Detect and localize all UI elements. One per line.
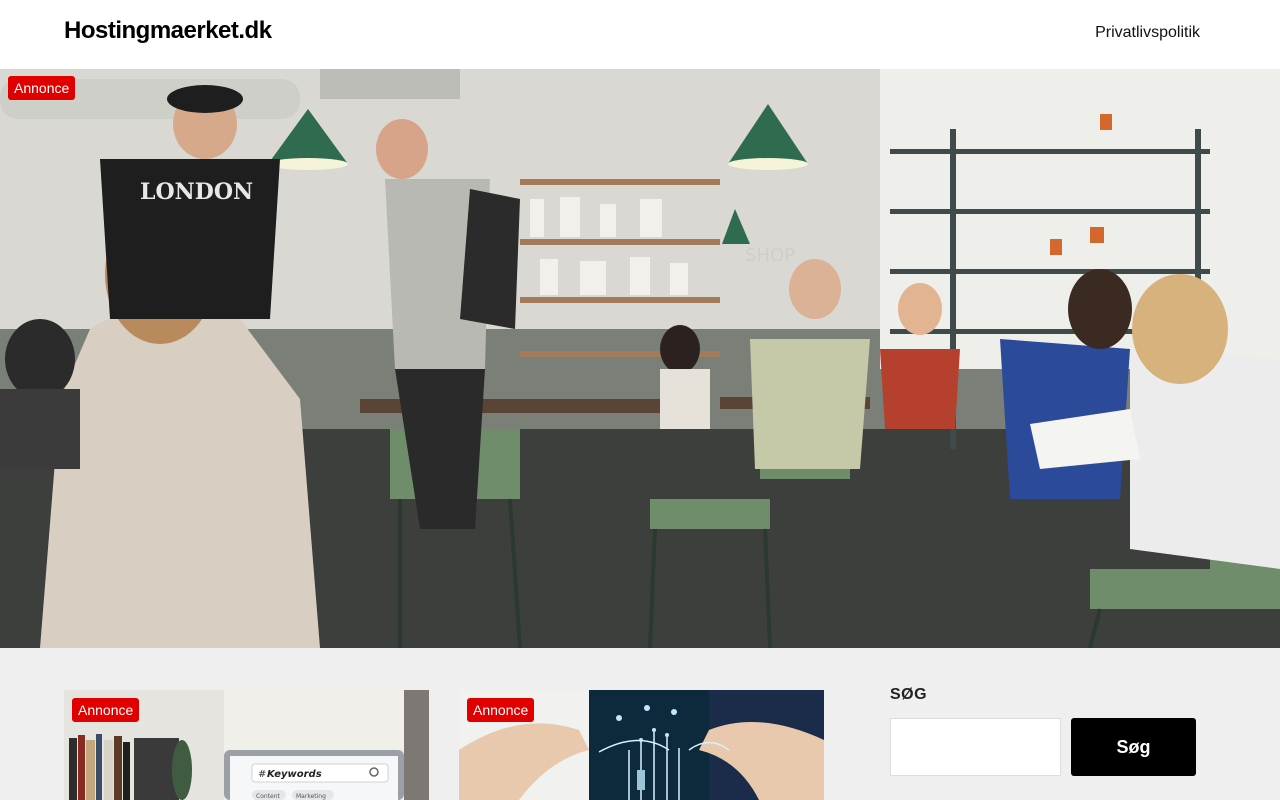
search-button[interactable]: Søg bbox=[1071, 718, 1196, 776]
hero-shop-sign: SHOP bbox=[745, 245, 795, 266]
nav-link-privacy-policy[interactable]: Privatlivspolitik bbox=[1095, 24, 1200, 42]
card-tag-marketing: Marketing bbox=[296, 793, 326, 800]
sidebar-search-widget: SØG Søg bbox=[890, 686, 1196, 776]
card-tag-content: Content bbox=[256, 793, 281, 800]
site-header: Hostingmaerket.dk Privatlivspolitik bbox=[0, 0, 1280, 69]
ad-badge: Annonce bbox=[467, 698, 535, 722]
ad-badge: Annonce bbox=[8, 76, 76, 100]
card-thumbnail-keywords-label: Keywords bbox=[267, 769, 322, 780]
search-heading: SØG bbox=[890, 686, 928, 703]
search-input[interactable] bbox=[890, 718, 1061, 776]
hero-banner[interactable]: LONDON SHOP Annonce bbox=[0, 69, 1280, 648]
ad-badge: Annonce bbox=[72, 698, 140, 722]
hero-cafe-photo: LONDON SHOP bbox=[0, 69, 1280, 648]
hero-shirt-text: LONDON bbox=[140, 179, 253, 205]
article-card[interactable]: Annonce bbox=[459, 690, 824, 800]
article-card[interactable]: # Keywords Content Marketing Annonce bbox=[64, 690, 429, 800]
site-title-link[interactable]: Hostingmaerket.dk bbox=[64, 17, 272, 45]
card-thumbnail-keywords-text: # bbox=[258, 769, 266, 780]
